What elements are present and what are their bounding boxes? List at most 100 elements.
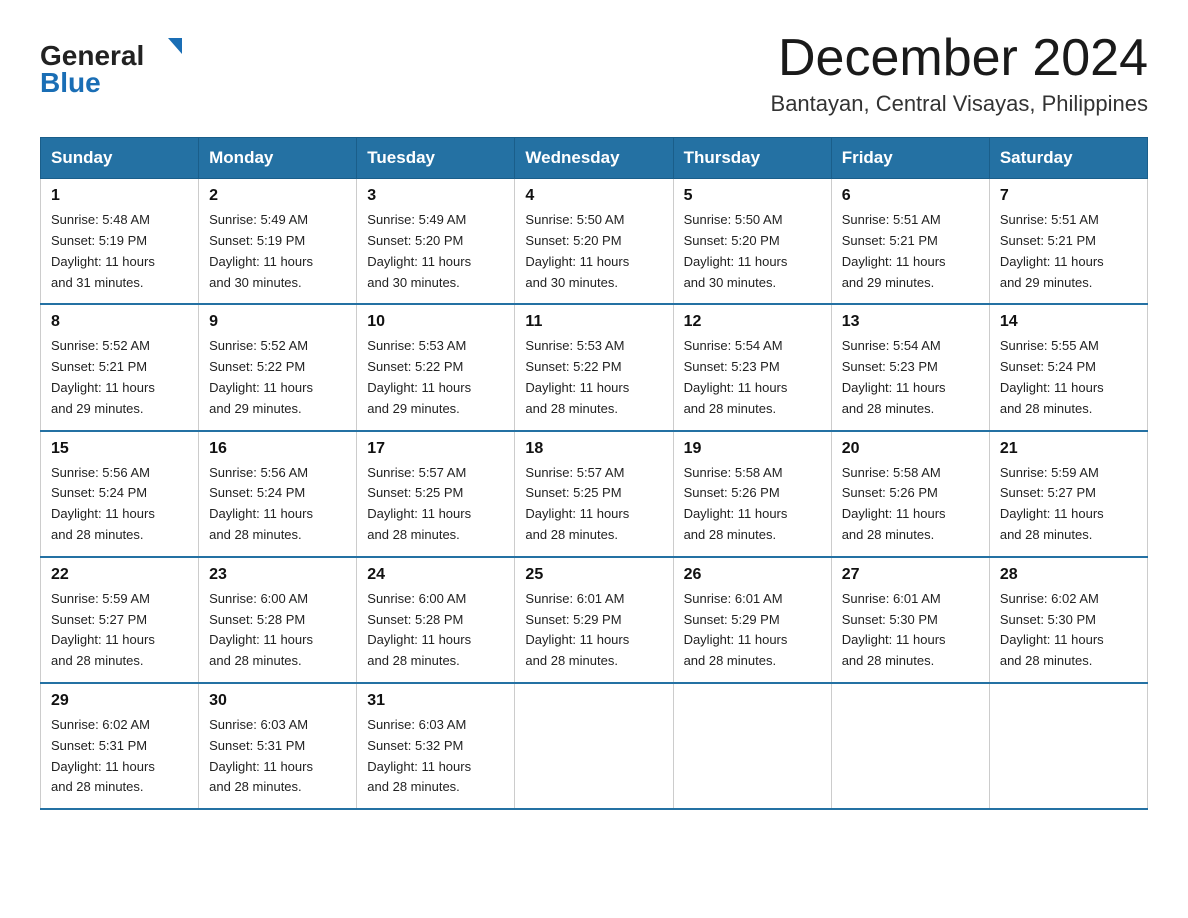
day-info: Sunrise: 5:56 AM Sunset: 5:24 PM Dayligh… <box>51 463 188 546</box>
day-info: Sunrise: 5:54 AM Sunset: 5:23 PM Dayligh… <box>684 336 821 419</box>
svg-text:Blue: Blue <box>40 67 101 98</box>
calendar-day-cell: 2 Sunrise: 5:49 AM Sunset: 5:19 PM Dayli… <box>199 179 357 305</box>
title-block: December 2024 Bantayan, Central Visayas,… <box>771 30 1148 117</box>
day-number: 18 <box>525 440 662 458</box>
day-info: Sunrise: 5:52 AM Sunset: 5:21 PM Dayligh… <box>51 336 188 419</box>
day-number: 8 <box>51 313 188 331</box>
calendar-day-cell: 24 Sunrise: 6:00 AM Sunset: 5:28 PM Dayl… <box>357 557 515 683</box>
day-number: 29 <box>51 692 188 710</box>
calendar-week-row: 29 Sunrise: 6:02 AM Sunset: 5:31 PM Dayl… <box>41 683 1148 809</box>
day-of-week-header: Saturday <box>989 138 1147 179</box>
calendar-day-cell: 11 Sunrise: 5:53 AM Sunset: 5:22 PM Dayl… <box>515 304 673 430</box>
calendar-week-row: 15 Sunrise: 5:56 AM Sunset: 5:24 PM Dayl… <box>41 431 1148 557</box>
day-of-week-header: Friday <box>831 138 989 179</box>
calendar-day-cell: 20 Sunrise: 5:58 AM Sunset: 5:26 PM Dayl… <box>831 431 989 557</box>
day-info: Sunrise: 5:58 AM Sunset: 5:26 PM Dayligh… <box>842 463 979 546</box>
day-of-week-header: Wednesday <box>515 138 673 179</box>
day-info: Sunrise: 5:52 AM Sunset: 5:22 PM Dayligh… <box>209 336 346 419</box>
day-info: Sunrise: 5:58 AM Sunset: 5:26 PM Dayligh… <box>684 463 821 546</box>
day-number: 24 <box>367 566 504 584</box>
day-info: Sunrise: 6:01 AM Sunset: 5:29 PM Dayligh… <box>684 589 821 672</box>
calendar-day-cell: 27 Sunrise: 6:01 AM Sunset: 5:30 PM Dayl… <box>831 557 989 683</box>
day-number: 31 <box>367 692 504 710</box>
calendar-day-cell: 19 Sunrise: 5:58 AM Sunset: 5:26 PM Dayl… <box>673 431 831 557</box>
day-info: Sunrise: 6:00 AM Sunset: 5:28 PM Dayligh… <box>367 589 504 672</box>
calendar-day-cell <box>673 683 831 809</box>
day-number: 2 <box>209 187 346 205</box>
calendar-day-cell: 5 Sunrise: 5:50 AM Sunset: 5:20 PM Dayli… <box>673 179 831 305</box>
calendar-day-cell: 30 Sunrise: 6:03 AM Sunset: 5:31 PM Dayl… <box>199 683 357 809</box>
calendar-day-cell: 12 Sunrise: 5:54 AM Sunset: 5:23 PM Dayl… <box>673 304 831 430</box>
day-number: 4 <box>525 187 662 205</box>
calendar-day-cell: 6 Sunrise: 5:51 AM Sunset: 5:21 PM Dayli… <box>831 179 989 305</box>
day-info: Sunrise: 5:48 AM Sunset: 5:19 PM Dayligh… <box>51 210 188 293</box>
day-number: 28 <box>1000 566 1137 584</box>
month-title: December 2024 <box>771 30 1148 87</box>
location-title: Bantayan, Central Visayas, Philippines <box>771 91 1148 117</box>
day-info: Sunrise: 5:57 AM Sunset: 5:25 PM Dayligh… <box>525 463 662 546</box>
day-info: Sunrise: 5:49 AM Sunset: 5:20 PM Dayligh… <box>367 210 504 293</box>
calendar-day-cell: 31 Sunrise: 6:03 AM Sunset: 5:32 PM Dayl… <box>357 683 515 809</box>
calendar-day-cell <box>989 683 1147 809</box>
calendar-day-cell: 17 Sunrise: 5:57 AM Sunset: 5:25 PM Dayl… <box>357 431 515 557</box>
day-number: 19 <box>684 440 821 458</box>
day-number: 25 <box>525 566 662 584</box>
calendar-day-cell: 14 Sunrise: 5:55 AM Sunset: 5:24 PM Dayl… <box>989 304 1147 430</box>
day-info: Sunrise: 5:53 AM Sunset: 5:22 PM Dayligh… <box>525 336 662 419</box>
calendar-day-cell: 9 Sunrise: 5:52 AM Sunset: 5:22 PM Dayli… <box>199 304 357 430</box>
day-number: 27 <box>842 566 979 584</box>
day-number: 9 <box>209 313 346 331</box>
day-info: Sunrise: 5:59 AM Sunset: 5:27 PM Dayligh… <box>51 589 188 672</box>
day-number: 6 <box>842 187 979 205</box>
day-info: Sunrise: 6:01 AM Sunset: 5:30 PM Dayligh… <box>842 589 979 672</box>
calendar-week-row: 22 Sunrise: 5:59 AM Sunset: 5:27 PM Dayl… <box>41 557 1148 683</box>
day-number: 30 <box>209 692 346 710</box>
day-info: Sunrise: 6:00 AM Sunset: 5:28 PM Dayligh… <box>209 589 346 672</box>
day-info: Sunrise: 5:51 AM Sunset: 5:21 PM Dayligh… <box>842 210 979 293</box>
calendar-header-row: SundayMondayTuesdayWednesdayThursdayFrid… <box>41 138 1148 179</box>
calendar-day-cell: 16 Sunrise: 5:56 AM Sunset: 5:24 PM Dayl… <box>199 431 357 557</box>
day-info: Sunrise: 5:59 AM Sunset: 5:27 PM Dayligh… <box>1000 463 1137 546</box>
day-info: Sunrise: 5:51 AM Sunset: 5:21 PM Dayligh… <box>1000 210 1137 293</box>
day-info: Sunrise: 5:57 AM Sunset: 5:25 PM Dayligh… <box>367 463 504 546</box>
calendar-day-cell: 10 Sunrise: 5:53 AM Sunset: 5:22 PM Dayl… <box>357 304 515 430</box>
day-number: 12 <box>684 313 821 331</box>
calendar-day-cell: 1 Sunrise: 5:48 AM Sunset: 5:19 PM Dayli… <box>41 179 199 305</box>
day-number: 1 <box>51 187 188 205</box>
day-number: 7 <box>1000 187 1137 205</box>
day-number: 3 <box>367 187 504 205</box>
day-info: Sunrise: 6:01 AM Sunset: 5:29 PM Dayligh… <box>525 589 662 672</box>
calendar-day-cell: 15 Sunrise: 5:56 AM Sunset: 5:24 PM Dayl… <box>41 431 199 557</box>
day-number: 15 <box>51 440 188 458</box>
logo: General Blue <box>40 30 210 100</box>
day-of-week-header: Thursday <box>673 138 831 179</box>
day-info: Sunrise: 5:50 AM Sunset: 5:20 PM Dayligh… <box>525 210 662 293</box>
day-info: Sunrise: 6:03 AM Sunset: 5:32 PM Dayligh… <box>367 715 504 798</box>
calendar-day-cell: 22 Sunrise: 5:59 AM Sunset: 5:27 PM Dayl… <box>41 557 199 683</box>
calendar-day-cell: 25 Sunrise: 6:01 AM Sunset: 5:29 PM Dayl… <box>515 557 673 683</box>
day-number: 20 <box>842 440 979 458</box>
day-info: Sunrise: 6:02 AM Sunset: 5:31 PM Dayligh… <box>51 715 188 798</box>
calendar-day-cell: 18 Sunrise: 5:57 AM Sunset: 5:25 PM Dayl… <box>515 431 673 557</box>
calendar-day-cell: 13 Sunrise: 5:54 AM Sunset: 5:23 PM Dayl… <box>831 304 989 430</box>
calendar-day-cell: 4 Sunrise: 5:50 AM Sunset: 5:20 PM Dayli… <box>515 179 673 305</box>
day-number: 26 <box>684 566 821 584</box>
calendar-day-cell: 3 Sunrise: 5:49 AM Sunset: 5:20 PM Dayli… <box>357 179 515 305</box>
day-number: 10 <box>367 313 504 331</box>
day-number: 23 <box>209 566 346 584</box>
day-number: 21 <box>1000 440 1137 458</box>
calendar-day-cell <box>515 683 673 809</box>
day-info: Sunrise: 5:56 AM Sunset: 5:24 PM Dayligh… <box>209 463 346 546</box>
calendar-week-row: 1 Sunrise: 5:48 AM Sunset: 5:19 PM Dayli… <box>41 179 1148 305</box>
calendar-table: SundayMondayTuesdayWednesdayThursdayFrid… <box>40 137 1148 810</box>
day-info: Sunrise: 5:55 AM Sunset: 5:24 PM Dayligh… <box>1000 336 1137 419</box>
day-info: Sunrise: 6:03 AM Sunset: 5:31 PM Dayligh… <box>209 715 346 798</box>
day-of-week-header: Monday <box>199 138 357 179</box>
calendar-week-row: 8 Sunrise: 5:52 AM Sunset: 5:21 PM Dayli… <box>41 304 1148 430</box>
calendar-day-cell: 21 Sunrise: 5:59 AM Sunset: 5:27 PM Dayl… <box>989 431 1147 557</box>
calendar-day-cell: 8 Sunrise: 5:52 AM Sunset: 5:21 PM Dayli… <box>41 304 199 430</box>
calendar-day-cell: 26 Sunrise: 6:01 AM Sunset: 5:29 PM Dayl… <box>673 557 831 683</box>
day-of-week-header: Tuesday <box>357 138 515 179</box>
day-number: 17 <box>367 440 504 458</box>
day-number: 13 <box>842 313 979 331</box>
